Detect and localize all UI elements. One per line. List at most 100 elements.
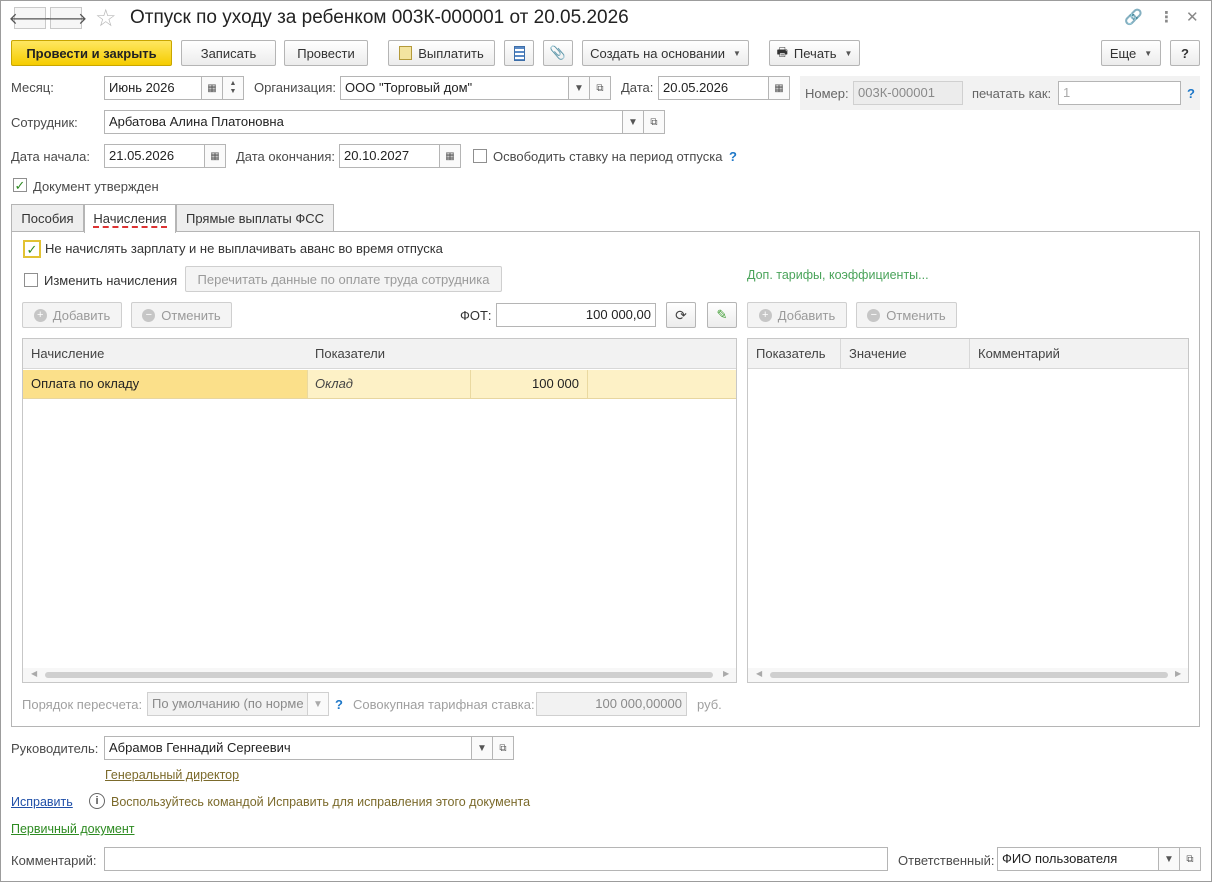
chevron-down-icon: ▼: [732, 48, 741, 58]
pay-button[interactable]: Выплатить: [388, 40, 495, 66]
approved-label: Документ утвержден: [33, 179, 159, 194]
print-as-label: печатать как:: [972, 86, 1052, 101]
end-date-field[interactable]: 20.10.2027: [339, 144, 440, 168]
indicator-cell[interactable]: Оклад: [307, 370, 471, 398]
printer-icon: 🖶: [776, 44, 788, 59]
info-icon: i: [89, 793, 105, 809]
help-button[interactable]: ?: [1170, 40, 1200, 66]
column-header-accrual[interactable]: Начисление: [23, 339, 308, 369]
spin-up-icon: ▲: [229, 80, 237, 87]
employee-open-button[interactable]: ⧉: [643, 110, 665, 134]
tab-accruals[interactable]: Начисления: [84, 204, 176, 233]
link-icon[interactable]: 🔗: [1124, 8, 1143, 26]
fot-field[interactable]: 100 000,00: [496, 303, 656, 327]
help-icon[interactable]: ?: [1187, 86, 1195, 101]
extra-tariffs-link[interactable]: Доп. тарифы, коэффициенты...: [747, 268, 929, 282]
print-as-field[interactable]: 1: [1058, 81, 1181, 105]
no-salary-checkbox[interactable]: ✓: [23, 240, 41, 258]
post-button[interactable]: Провести: [284, 40, 368, 66]
cancel-indicator-button[interactable]: − Отменить: [856, 302, 957, 328]
no-salary-label: Не начислять зарплату и не выплачивать а…: [45, 241, 443, 256]
star-icon[interactable]: ☆: [95, 4, 117, 33]
help-icon[interactable]: ?: [335, 697, 343, 712]
column-header-indicator[interactable]: Показатель: [748, 339, 841, 369]
calendar-button[interactable]: ▦: [201, 76, 223, 100]
change-accruals-checkbox[interactable]: [24, 273, 38, 287]
indicator-value-cell[interactable]: 100 000: [470, 370, 588, 398]
print-button[interactable]: 🖶 Печать ▼: [769, 40, 860, 66]
calendar-button[interactable]: ▦: [204, 144, 226, 168]
scroll-left-icon: ◀: [756, 669, 763, 678]
primary-document-link[interactable]: Первичный документ: [11, 822, 135, 836]
employee-field[interactable]: Арбатова Алина Платоновна: [104, 110, 623, 134]
scroll-left-icon: ◀: [31, 669, 38, 678]
minus-icon: −: [867, 308, 881, 322]
fix-link[interactable]: Исправить: [11, 795, 73, 809]
recalc-field[interactable]: По умолчанию (по норме: [147, 692, 308, 716]
spin-down-icon: ▼: [229, 88, 237, 95]
free-rate-checkbox[interactable]: [473, 149, 487, 163]
manager-position-link[interactable]: Генеральный директор: [105, 768, 239, 782]
manager-dropdown[interactable]: ▼: [471, 736, 493, 760]
fix-hint: Воспользуйтесь командой Исправить для ис…: [111, 795, 531, 809]
reread-button[interactable]: Перечитать данные по оплате труда сотруд…: [185, 266, 502, 292]
horizontal-scrollbar[interactable]: ◀ ▶: [23, 668, 736, 682]
responsible-dropdown[interactable]: ▼: [1158, 847, 1180, 871]
scroll-right-icon: ▶: [1175, 669, 1182, 678]
plus-icon: +: [758, 308, 772, 322]
save-button[interactable]: Записать: [181, 40, 276, 66]
horizontal-scrollbar[interactable]: ◀ ▶: [748, 668, 1188, 682]
organization-dropdown[interactable]: ▼: [568, 76, 590, 100]
cancel-button[interactable]: − Отменить: [131, 302, 232, 328]
organization-field[interactable]: ООО "Торговый дом": [340, 76, 569, 100]
help-icon[interactable]: ?: [729, 149, 737, 164]
column-header-indicators[interactable]: Показатели: [307, 339, 736, 369]
approved-checkbox[interactable]: ✓: [13, 178, 27, 192]
arrow-right-icon: 🡒: [44, 10, 88, 28]
organization-open-button[interactable]: ⧉: [589, 76, 611, 100]
manager-field[interactable]: Абрамов Геннадий Сергеевич: [104, 736, 472, 760]
calendar-button[interactable]: ▦: [768, 76, 790, 100]
edit-button[interactable]: ✎: [707, 302, 737, 328]
chevron-down-icon: ▼: [574, 82, 584, 94]
employee-dropdown[interactable]: ▼: [622, 110, 644, 134]
scroll-thumb[interactable]: [770, 672, 1168, 678]
create-based-on-button[interactable]: Создать на основании ▼: [582, 40, 749, 66]
calendar-icon: ▦: [445, 150, 455, 162]
accrual-cell[interactable]: Оплата по окладу: [23, 370, 308, 398]
currency-label: руб.: [697, 697, 722, 712]
total-rate-label: Совокупная тарифная ставка:: [353, 697, 535, 712]
month-spinner[interactable]: ▲ ▼: [222, 76, 244, 100]
column-header-value[interactable]: Значение: [841, 339, 970, 369]
responsible-open-button[interactable]: ⧉: [1179, 847, 1201, 871]
scroll-thumb[interactable]: [45, 672, 713, 678]
tab-fss-payments[interactable]: Прямые выплаты ФСС: [176, 204, 334, 232]
attachment-button[interactable]: 📎: [543, 40, 573, 66]
chevron-down-icon: ▼: [1144, 48, 1153, 58]
forward-button[interactable]: 🡒: [45, 7, 87, 29]
post-and-close-button[interactable]: Провести и закрыть: [11, 40, 172, 66]
calendar-icon: ▦: [774, 82, 784, 94]
chevron-down-icon: ▼: [628, 116, 638, 128]
back-button[interactable]: 🡐: [9, 7, 51, 29]
manager-open-button[interactable]: ⧉: [492, 736, 514, 760]
start-date-field[interactable]: 21.05.2026: [104, 144, 205, 168]
responsible-field[interactable]: ФИО пользователя: [997, 847, 1159, 871]
add-indicator-button[interactable]: + Добавить: [747, 302, 847, 328]
calendar-button[interactable]: ▦: [439, 144, 461, 168]
tab-benefits[interactable]: Пособия: [11, 204, 84, 232]
comment-field[interactable]: [104, 847, 888, 871]
start-date-label: Дата начала:: [11, 149, 90, 164]
refresh-icon: ⟳: [675, 306, 687, 323]
close-icon[interactable]: ✕: [1186, 8, 1199, 26]
more-vertical-icon[interactable]: ⋮: [1159, 8, 1174, 26]
add-button[interactable]: + Добавить: [22, 302, 122, 328]
table-row[interactable]: Оплата по окладу Оклад 100 000: [23, 370, 736, 399]
date-field[interactable]: 20.05.2026: [658, 76, 769, 100]
month-field[interactable]: Июнь 2026: [104, 76, 202, 100]
recalc-dropdown[interactable]: ▼: [307, 692, 329, 716]
column-header-comment[interactable]: Комментарий: [970, 339, 1188, 369]
report-button[interactable]: [504, 40, 534, 66]
refresh-button[interactable]: ⟳: [666, 302, 696, 328]
more-button[interactable]: Еще ▼: [1101, 40, 1161, 66]
